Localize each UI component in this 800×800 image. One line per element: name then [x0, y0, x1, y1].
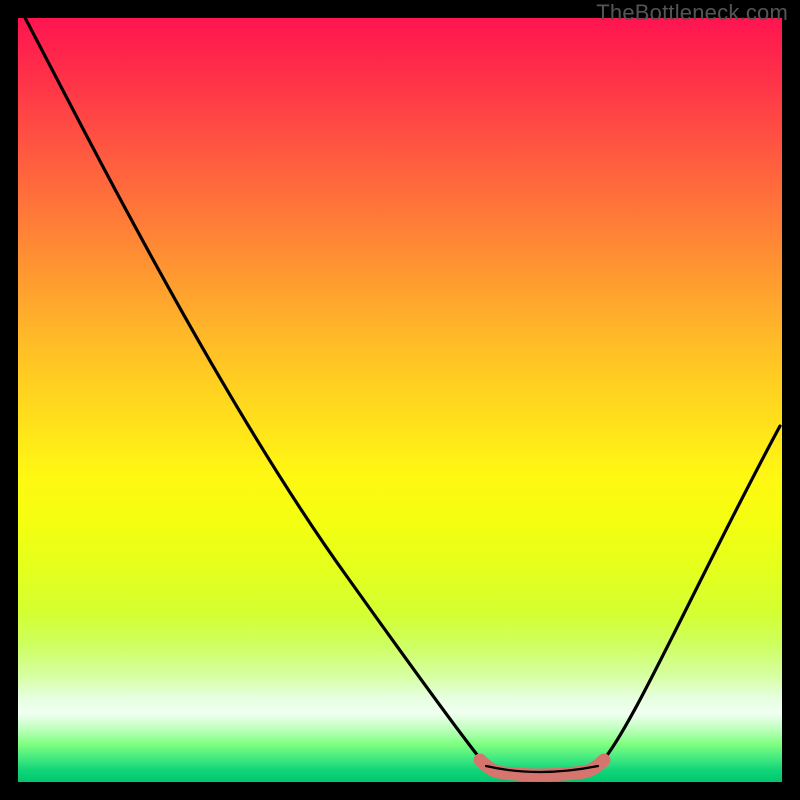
plot-area [18, 18, 782, 782]
chart-frame: TheBottleneck.com [0, 0, 800, 800]
bottleneck-curve [18, 18, 782, 782]
curve-left-branch [22, 18, 486, 766]
watermark-text: TheBottleneck.com [596, 0, 788, 26]
curve-right-branch [598, 426, 780, 766]
